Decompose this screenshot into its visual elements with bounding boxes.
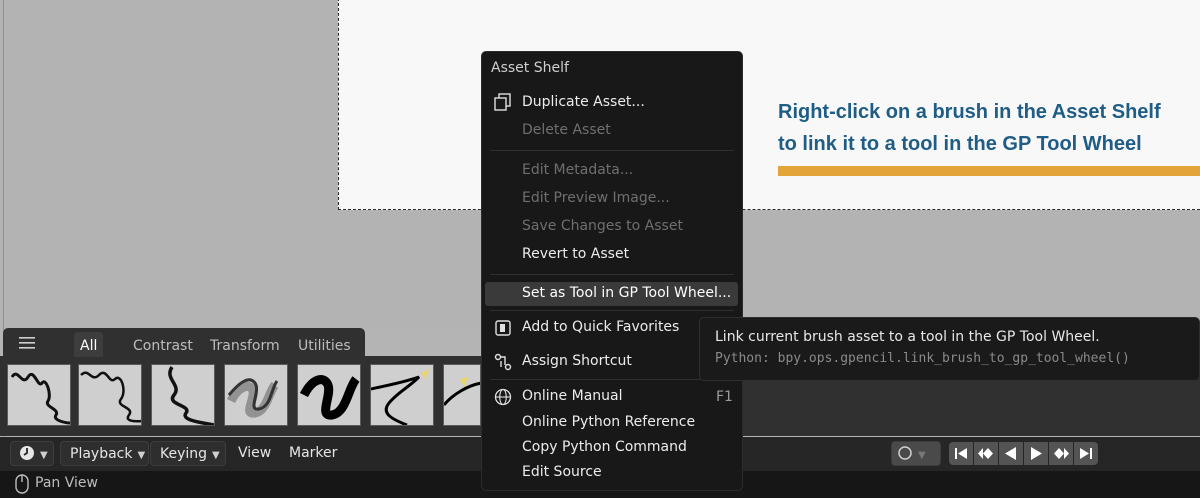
tooltip-description: Link current brush asset to a tool in th… — [715, 329, 1100, 345]
globe-icon — [494, 388, 512, 406]
record-icon — [898, 446, 912, 460]
menu-item-duplicate-asset[interactable]: Duplicate Asset... — [522, 94, 645, 110]
tooltip-python: Python: bpy.ops.gpencil.link_brush_to_gp… — [715, 351, 1130, 366]
marker-menu[interactable]: Marker — [289, 441, 337, 466]
chevron-down-icon: ▼ — [918, 450, 926, 461]
menu-item-delete-asset: Delete Asset — [522, 122, 611, 138]
next-keyframe-icon — [1054, 448, 1069, 459]
prev-keyframe-icon — [978, 448, 993, 459]
jump-start-button[interactable] — [949, 442, 973, 465]
chevron-down-icon: ▼ — [212, 450, 220, 461]
duplicate-icon — [494, 93, 511, 111]
status-text: Pan View — [35, 475, 98, 491]
menu-separator — [490, 310, 734, 311]
tab-all[interactable]: All — [74, 332, 104, 357]
annotation-callout: Right-click on a brush in the Asset Shel… — [778, 96, 1198, 160]
annotation-line-2: to link it to a tool in the GP Tool Whee… — [778, 133, 1142, 155]
clock-icon — [20, 446, 34, 460]
brush-thumbnail[interactable] — [297, 364, 361, 426]
chevron-down-icon: ▼ — [137, 450, 146, 461]
menu-item-edit-metadata: Edit Metadata... — [522, 162, 634, 178]
menu-item-online-python-reference[interactable]: Online Python Reference — [522, 414, 695, 430]
menu-separator — [490, 379, 734, 380]
view-menu[interactable]: View — [238, 441, 271, 466]
menu-item-edit-preview-image: Edit Preview Image... — [522, 190, 670, 206]
tooltip — [699, 317, 1200, 381]
menu-item-set-as-tool[interactable]: Set as Tool in GP Tool Wheel... — [522, 285, 731, 301]
menu-separator — [490, 150, 734, 151]
mouse-icon — [15, 474, 29, 494]
jump-end-icon — [1080, 448, 1092, 459]
brush-thumbnail[interactable] — [151, 364, 215, 426]
shortcut-icon — [494, 353, 512, 371]
playback-menu[interactable]: Playback ▼ — [60, 441, 149, 466]
jump-start-icon — [955, 448, 967, 459]
chevron-down-icon: ▼ — [40, 450, 48, 461]
menu-item-revert-to-asset[interactable]: Revert to Asset — [522, 246, 629, 262]
menu-item-save-changes: Save Changes to Asset — [522, 218, 683, 234]
annotation-line-1: Right-click on a brush in the Asset Shel… — [778, 101, 1161, 123]
play-icon — [1031, 447, 1042, 460]
menu-separator — [490, 274, 734, 275]
playback-label: Playback — [70, 446, 133, 462]
brush-thumbnail[interactable] — [370, 364, 434, 426]
brush-thumbnail[interactable] — [224, 364, 288, 426]
menu-item-assign-shortcut[interactable]: Assign Shortcut — [522, 353, 632, 369]
menu-item-add-quick-favorites[interactable]: Add to Quick Favorites — [522, 319, 679, 335]
keying-menu[interactable]: Keying ▼ — [150, 441, 226, 466]
tab-contrast[interactable]: Contrast — [127, 332, 199, 357]
shortcut-label: F1 — [716, 389, 733, 405]
brush-thumbnail[interactable] — [78, 364, 142, 426]
menu-item-copy-python-command[interactable]: Copy Python Command — [522, 439, 687, 455]
auto-keying-toggle[interactable]: ▼ — [891, 441, 941, 466]
quick-favorites-icon — [495, 320, 511, 336]
prev-keyframe-button[interactable] — [974, 442, 998, 465]
brush-thumbnail[interactable] — [7, 364, 71, 426]
menu-item-edit-source[interactable]: Edit Source — [522, 464, 602, 480]
tab-transform[interactable]: Transform — [204, 332, 286, 357]
tab-utilities[interactable]: Utilities — [292, 332, 357, 357]
play-button[interactable] — [1024, 442, 1048, 465]
jump-end-button[interactable] — [1074, 442, 1098, 465]
play-reverse-icon — [1005, 447, 1016, 460]
hamburger-icon[interactable] — [18, 335, 36, 351]
play-reverse-button[interactable] — [999, 442, 1023, 465]
keying-label: Keying — [160, 446, 208, 462]
editor-type-menu[interactable]: ▼ — [10, 441, 54, 466]
annotation-underline — [778, 166, 1200, 176]
menu-item-online-manual[interactable]: Online Manual — [522, 388, 622, 404]
brush-thumbnail[interactable] — [443, 364, 481, 426]
menu-title: Asset Shelf — [491, 60, 569, 76]
next-keyframe-button[interactable] — [1049, 442, 1073, 465]
